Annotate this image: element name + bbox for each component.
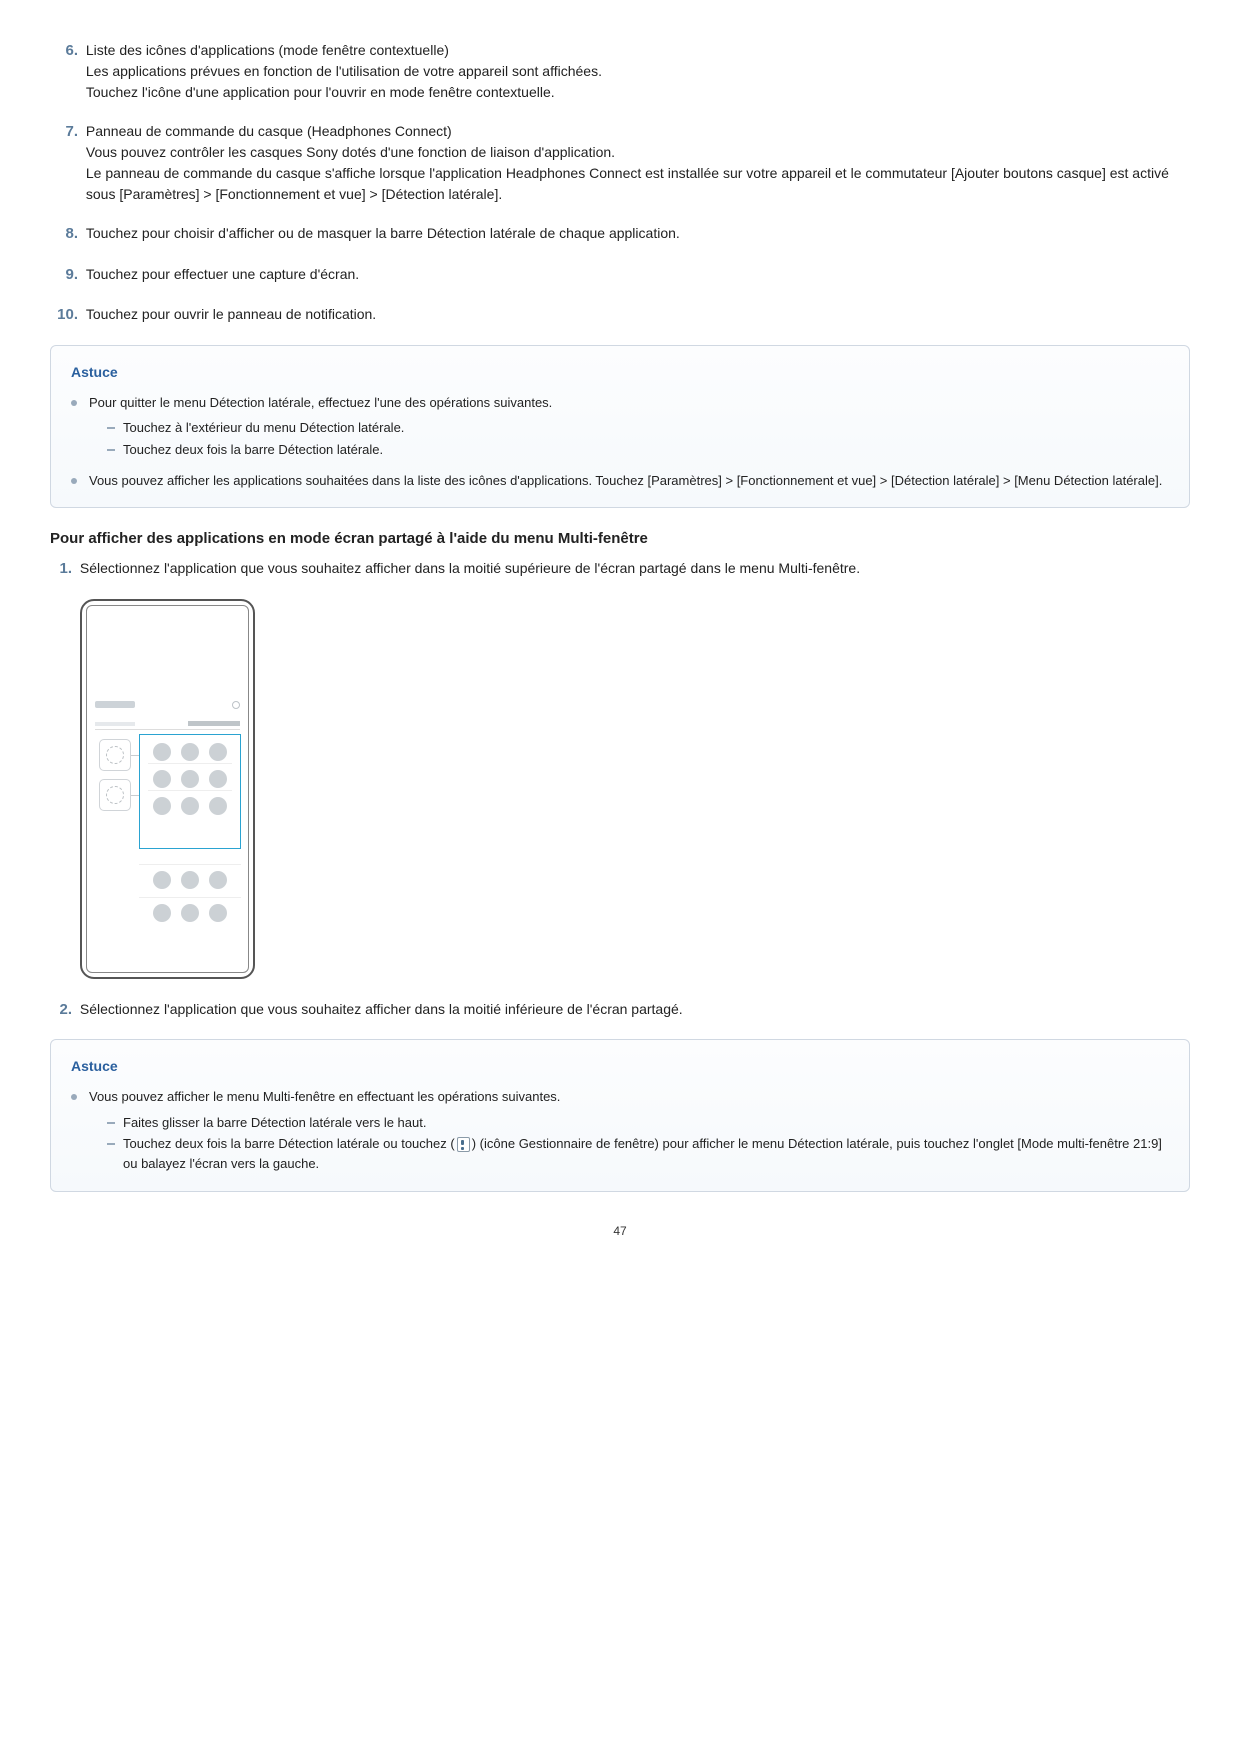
split-bottom-slot-icon [99,779,131,811]
app-icon [209,797,227,815]
tip-title: Astuce [71,1056,1169,1077]
app-icon [153,904,171,922]
item6-p1: Les applications prévues en fonction de … [86,63,602,79]
selection-highlight [139,734,241,849]
app-icon [209,904,227,922]
item8-text: Touchez pour choisir d'afficher ou de ma… [86,223,1186,244]
list-number: 8. [50,223,78,246]
tip1-b1-text: Pour quitter le menu Détection latérale,… [89,395,552,410]
list-number: 1. [50,558,72,581]
app-icon [153,797,171,815]
item7-p2: Le panneau de commande du casque s'affic… [86,165,1169,202]
app-icon [181,743,199,761]
app-icon [153,743,171,761]
list-number: 7. [50,121,78,144]
list-body: Panneau de commande du casque (Headphone… [86,121,1186,205]
list-body: Liste des icônes d'applications (mode fe… [86,40,1186,103]
item7-title: Panneau de commande du casque (Headphone… [86,123,452,139]
tip2-dash-2: Touchez deux fois la barre Détection lat… [107,1134,1169,1173]
tip-box-1: Astuce Pour quitter le menu Détection la… [50,345,1190,508]
list-number: 10. [50,304,78,327]
step1-text: Sélectionnez l'application que vous souh… [80,558,1186,579]
tip2-d2-a: Touchez deux fois la barre Détection lat… [123,1136,450,1151]
split-top-slot-icon [99,739,131,771]
app-icon [209,770,227,788]
app-icon [209,871,227,889]
app-icon [181,797,199,815]
tip1-dash-2: Touchez deux fois la barre Détection lat… [107,440,1169,460]
tip2-bullet-1: Vous pouvez afficher le menu Multi-fenêt… [71,1087,1169,1173]
section-heading: Pour afficher des applications en mode é… [50,528,1190,551]
numbered-list-steps-2: 2. Sélectionnez l'application que vous s… [50,999,1190,1022]
app-icon [181,904,199,922]
item6-title: Liste des icônes d'applications (mode fe… [86,42,449,58]
window-manager-icon [457,1137,470,1152]
app-icon [181,871,199,889]
page-number: 47 [50,1222,1190,1240]
phone-illustration [80,599,1190,979]
tip1-dash-1: Touchez à l'extérieur du menu Détection … [107,418,1169,438]
step2-text: Sélectionnez l'application que vous souh… [80,999,1186,1020]
tab-inactive [95,719,168,730]
app-icon [153,770,171,788]
tip1-bullet-2: Vous pouvez afficher les applications so… [71,471,1169,491]
tip1-bullet-1: Pour quitter le menu Détection latérale,… [71,393,1169,460]
item10-text: Touchez pour ouvrir le panneau de notifi… [86,304,1186,325]
app-icon [153,871,171,889]
app-icon [209,743,227,761]
tip-box-2: Astuce Vous pouvez afficher le menu Mult… [50,1039,1190,1192]
list-number: 6. [50,40,78,63]
tip2-dash-1: Faites glisser la barre Détection latéra… [107,1113,1169,1133]
item7-p1: Vous pouvez contrôler les casques Sony d… [86,144,615,160]
numbered-list-main: 6. Liste des icônes d'applications (mode… [50,40,1190,327]
numbered-list-steps: 1. Sélectionnez l'application que vous s… [50,558,1190,581]
app-icon [181,770,199,788]
list-number: 2. [50,999,72,1022]
item9-text: Touchez pour effectuer une capture d'écr… [86,264,1186,285]
tab-active [168,719,241,730]
label-placeholder [95,701,135,708]
item6-p2: Touchez l'icône d'une application pour l… [86,84,555,100]
tip2-b1-text: Vous pouvez afficher le menu Multi-fenêt… [89,1089,560,1104]
list-number: 9. [50,264,78,287]
tip-title: Astuce [71,362,1169,383]
gear-icon [232,701,240,709]
